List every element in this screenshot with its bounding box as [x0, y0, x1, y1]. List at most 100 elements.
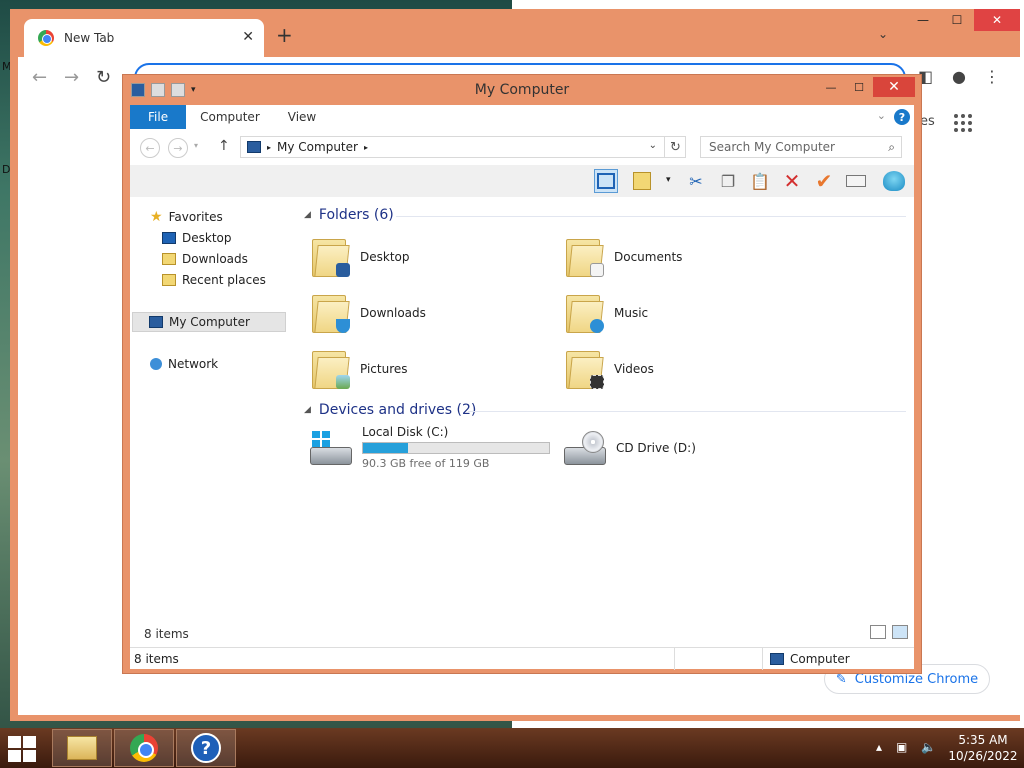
select-folder-icon[interactable]: [630, 169, 654, 193]
group-divider: [468, 411, 906, 412]
nav-item-my-computer[interactable]: My Computer: [132, 312, 286, 332]
explorer-title: My Computer: [474, 82, 570, 98]
nav-item-network[interactable]: Network: [150, 354, 218, 374]
collapse-triangle-icon[interactable]: ◢: [304, 210, 311, 220]
nav-item-downloads[interactable]: Downloads: [162, 249, 248, 269]
status-divider: [674, 648, 675, 670]
tab-view[interactable]: View: [274, 105, 330, 129]
taskbar: ? ▴ ▣ 🔈 5:35 AM 10/26/2022: [0, 728, 1024, 768]
search-icon[interactable]: ⌕: [888, 140, 895, 155]
partial-link-text[interactable]: es: [920, 114, 935, 129]
nav-item-recent-places[interactable]: Recent places: [162, 270, 266, 290]
folder-videos[interactable]: Videos: [564, 343, 814, 395]
back-arrow-icon[interactable]: ←: [32, 67, 47, 88]
reload-icon[interactable]: ↻: [96, 67, 111, 88]
chrome-tab-new-tab[interactable]: New Tab ✕: [24, 19, 264, 57]
drives-header-label: Devices and drives (2): [318, 402, 477, 418]
taskbar-chrome[interactable]: [114, 729, 174, 767]
address-dropdown-icon[interactable]: ⌄: [649, 140, 657, 151]
clock-time: 5:35 AM: [958, 733, 1008, 747]
folders-header-label: Folders (6): [318, 207, 394, 223]
tab-file[interactable]: File: [130, 105, 187, 129]
explorer-window: ▾ My Computer — ☐ ✕ File Computer View ⌄…: [122, 74, 922, 674]
status-location-label: Computer: [790, 652, 850, 666]
folder-downloads[interactable]: Downloads: [310, 287, 560, 339]
profile-avatar-icon[interactable]: ●: [952, 67, 966, 86]
folder-icon: [310, 235, 350, 279]
volume-icon[interactable]: 🔈: [921, 740, 936, 754]
item-count: 8 items: [144, 627, 189, 641]
nav-item-favorites[interactable]: ★ Favorites: [150, 207, 223, 227]
tab-close-icon[interactable]: ✕: [242, 29, 254, 45]
shell-icon[interactable]: [882, 169, 906, 193]
folder-icon: [310, 347, 350, 391]
forward-arrow-icon[interactable]: →: [168, 138, 188, 158]
drive-usage-fill: [363, 443, 408, 453]
up-arrow-icon[interactable]: ↑: [218, 138, 230, 154]
downloads-folder-icon: [162, 253, 176, 265]
taskbar-help[interactable]: ?: [176, 729, 236, 767]
help-icon[interactable]: ?: [894, 109, 910, 125]
folder-icon: [564, 235, 604, 279]
paste-icon[interactable]: 📋: [748, 169, 772, 193]
details-view-icon[interactable]: [870, 625, 886, 639]
maximize-icon[interactable]: ☐: [845, 77, 873, 97]
close-icon[interactable]: ✕: [974, 9, 1020, 31]
chrome-menu-icon[interactable]: ⋮: [984, 67, 1000, 86]
folder-icon: [564, 291, 604, 335]
breadcrumb-chevron-icon[interactable]: ▸: [267, 143, 271, 152]
folder-music[interactable]: Music: [564, 287, 814, 339]
forward-arrow-icon[interactable]: →: [64, 67, 79, 88]
maximize-icon[interactable]: ☐: [940, 9, 974, 31]
breadcrumb-my-computer[interactable]: My Computer: [277, 140, 358, 154]
chrome-icon: [130, 734, 158, 762]
search-input[interactable]: Search My Computer ⌕: [700, 136, 902, 158]
refresh-icon[interactable]: ↻: [664, 136, 686, 158]
new-tab-plus-icon[interactable]: +: [276, 23, 293, 47]
network-icon[interactable]: ▣: [896, 740, 907, 754]
back-arrow-icon[interactable]: ←: [140, 138, 160, 158]
explorer-titlebar[interactable]: ▾ My Computer — ☐ ✕: [123, 75, 921, 105]
tab-search-chevron-icon[interactable]: ⌄: [878, 27, 888, 41]
rename-icon[interactable]: [844, 169, 868, 193]
nav-label: Recent places: [182, 273, 266, 287]
drive-local-disk-c[interactable]: Local Disk (C:) 90.3 GB free of 119 GB: [308, 425, 558, 473]
nav-label: Network: [168, 357, 219, 371]
start-button[interactable]: [8, 736, 36, 762]
folder-pictures[interactable]: Pictures: [310, 343, 560, 395]
large-icons-view-icon[interactable]: [892, 625, 908, 639]
drive-cd-d[interactable]: CD Drive (D:): [562, 425, 812, 473]
folder-name: Videos: [614, 362, 654, 376]
preview-pane-icon[interactable]: [594, 169, 618, 193]
folder-desktop[interactable]: Desktop: [310, 231, 560, 283]
status-divider: [762, 648, 763, 670]
show-hidden-icons-icon[interactable]: ▴: [876, 740, 882, 754]
clock[interactable]: 5:35 AM 10/26/2022: [948, 732, 1018, 764]
cut-icon[interactable]: ✂: [684, 169, 708, 193]
delete-icon[interactable]: ✕: [780, 169, 804, 193]
checkmark-icon[interactable]: ✔: [812, 169, 836, 193]
folder-icon: [310, 291, 350, 335]
folders-group-header[interactable]: ◢ Folders (6): [304, 207, 394, 223]
recent-locations-chevron-icon[interactable]: ▾: [194, 141, 198, 150]
taskbar-file-explorer[interactable]: [52, 729, 112, 767]
drives-group-header[interactable]: ◢ Devices and drives (2): [304, 402, 476, 418]
network-icon: [150, 358, 162, 370]
address-row: ← → ▾ ↑ ▸ My Computer ▸ ⌄ ↻ Search My Co…: [130, 129, 914, 165]
minimize-icon[interactable]: —: [817, 77, 845, 97]
nav-item-desktop[interactable]: Desktop: [162, 228, 232, 248]
google-apps-icon[interactable]: [954, 114, 972, 132]
folder-documents[interactable]: Documents: [564, 231, 814, 283]
breadcrumb-chevron-icon[interactable]: ▸: [364, 143, 368, 152]
tab-computer[interactable]: Computer: [186, 105, 274, 129]
dropdown-chevron-icon[interactable]: ▾: [666, 175, 671, 185]
folder-icon: [564, 347, 604, 391]
collapse-triangle-icon[interactable]: ◢: [304, 405, 311, 415]
copy-icon[interactable]: ❐: [716, 169, 740, 193]
expand-ribbon-icon[interactable]: ⌄: [877, 109, 886, 122]
minimize-icon[interactable]: —: [906, 9, 940, 31]
close-icon[interactable]: ✕: [873, 77, 915, 97]
files-pane: ◢ Folders (6) Desktop Documents Download…: [296, 197, 914, 647]
folder-name: Pictures: [360, 362, 408, 376]
address-bar[interactable]: ▸ My Computer ▸ ⌄: [240, 136, 686, 158]
